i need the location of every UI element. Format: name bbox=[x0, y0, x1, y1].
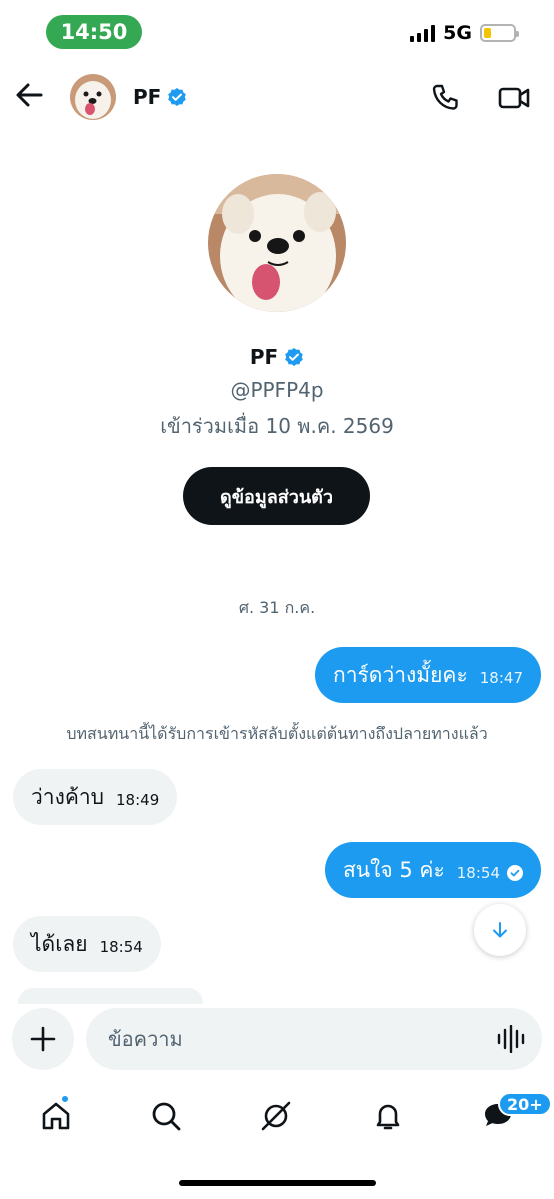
message-bubble-incoming[interactable]: ได้เลย 18:54 bbox=[13, 916, 161, 972]
message-text: ได้เลย bbox=[31, 931, 88, 956]
verified-badge-icon bbox=[285, 348, 303, 366]
bell-icon bbox=[376, 1104, 400, 1130]
verified-badge-icon bbox=[168, 88, 187, 106]
seen-check-icon bbox=[507, 865, 523, 881]
message-time: 18:54 bbox=[99, 938, 143, 956]
date-separator: ศ. 31 ก.ค. bbox=[238, 598, 316, 617]
status-indicators: 5G bbox=[410, 22, 519, 44]
message-bubble-outgoing[interactable]: การ์ดว่างมั้ยคะ 18:47 bbox=[315, 647, 541, 703]
message-time: 18:54 bbox=[456, 864, 500, 882]
nav-notifications[interactable] bbox=[368, 1096, 408, 1136]
search-icon bbox=[152, 1102, 181, 1131]
notification-dot bbox=[60, 1094, 70, 1104]
voice-wave-icon bbox=[497, 1024, 525, 1054]
video-camera-icon bbox=[498, 87, 530, 109]
message-composer bbox=[0, 1004, 554, 1080]
arrow-down-icon bbox=[493, 922, 507, 938]
message-time: 18:47 bbox=[479, 669, 523, 687]
profile-name: PF bbox=[0, 345, 554, 369]
bottom-navigation bbox=[0, 1084, 554, 1154]
add-attachment-button[interactable] bbox=[12, 1008, 74, 1070]
signal-icon bbox=[410, 24, 436, 42]
message-bubble-outgoing[interactable]: สนใจ 5 ค่ะ 18:54 bbox=[324, 842, 541, 898]
conversation-header: PF bbox=[0, 66, 554, 130]
video-call-button[interactable] bbox=[498, 83, 530, 113]
home-icon bbox=[42, 1102, 70, 1130]
message-text: การ์ดว่างมั้ยคะ bbox=[333, 662, 468, 687]
voice-message-button[interactable] bbox=[496, 1024, 526, 1054]
back-button[interactable] bbox=[14, 80, 44, 110]
encryption-notice: บทสนทนานี้ได้รับการเข้ารหัสลับตั้งแต่ต้น… bbox=[66, 724, 488, 743]
profile-handle: @PPFP4p bbox=[230, 378, 324, 402]
battery-icon bbox=[480, 24, 519, 42]
profile-avatar[interactable] bbox=[208, 174, 346, 312]
network-type: 5G bbox=[443, 22, 472, 44]
grok-icon bbox=[261, 1101, 291, 1131]
message-time: 18:49 bbox=[116, 791, 160, 809]
profile-name-text: PF bbox=[249, 345, 279, 369]
message-input-container bbox=[86, 1008, 542, 1070]
header-name[interactable]: PF bbox=[133, 85, 187, 109]
message-bubble-incoming[interactable]: ว่างค้าบ 18:49 bbox=[13, 769, 178, 825]
nav-grok[interactable] bbox=[256, 1096, 296, 1136]
nav-search[interactable] bbox=[146, 1096, 186, 1136]
messages-badge: 20+ bbox=[498, 1092, 552, 1116]
status-time: 14:50 bbox=[46, 15, 142, 49]
header-name-text: PF bbox=[133, 85, 162, 109]
arrow-left-icon bbox=[16, 83, 43, 107]
profile-joined-date: เข้าร่วมเมื่อ 10 พ.ค. 2569 bbox=[160, 414, 394, 438]
scroll-to-bottom-button[interactable] bbox=[474, 904, 526, 956]
message-text: ว่างค้าบ bbox=[31, 784, 105, 809]
message-input[interactable] bbox=[108, 1008, 488, 1070]
message-text: สนใจ 5 ค่ะ bbox=[342, 857, 445, 882]
plus-icon bbox=[30, 1026, 56, 1052]
phone-icon bbox=[432, 84, 458, 110]
call-button[interactable] bbox=[430, 83, 460, 113]
view-profile-button[interactable]: ดูข้อมูลส่วนตัว bbox=[183, 467, 370, 525]
home-indicator bbox=[179, 1180, 376, 1186]
nav-home[interactable] bbox=[36, 1094, 76, 1136]
avatar[interactable] bbox=[70, 74, 116, 120]
